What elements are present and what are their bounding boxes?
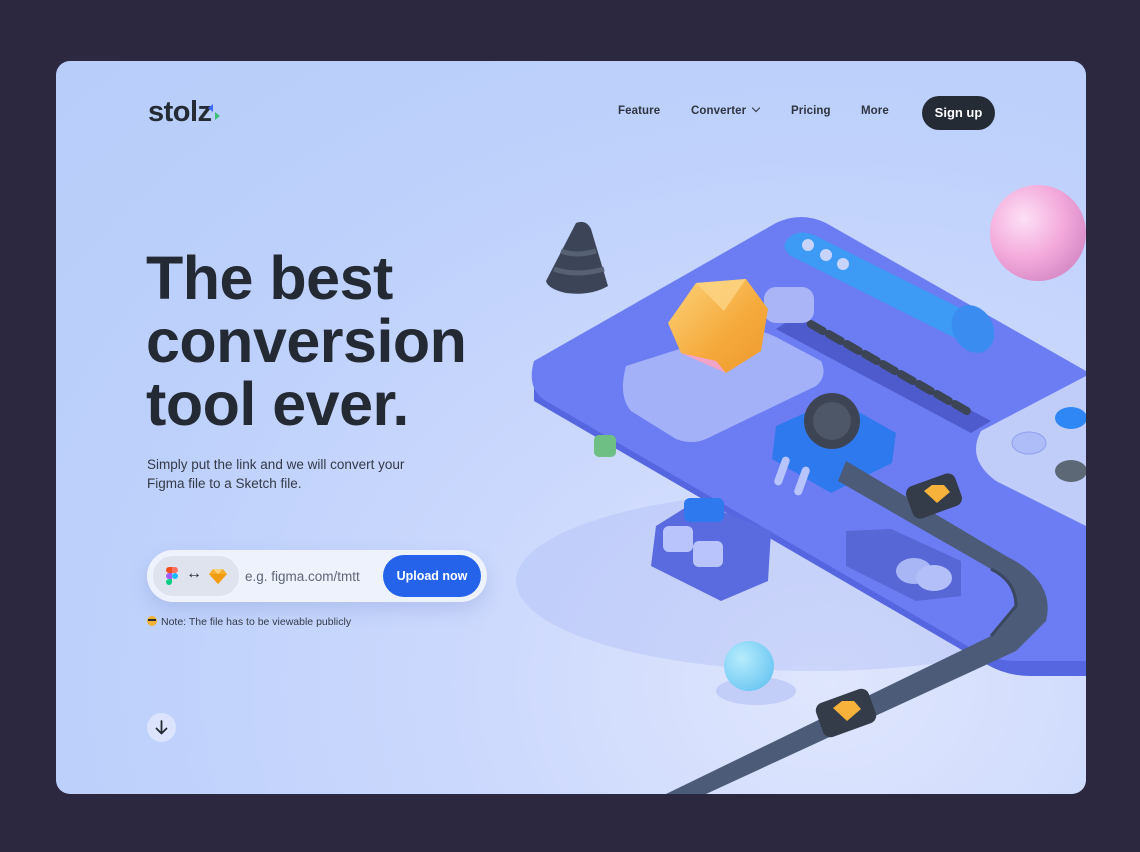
sketch-token xyxy=(815,688,877,738)
hero-subtitle: Simply put the link and we will convert … xyxy=(147,457,405,491)
input-button xyxy=(764,287,814,323)
panel-key xyxy=(663,526,693,552)
logo-accent-blue xyxy=(208,104,213,112)
hero-title-line: conversion xyxy=(146,307,467,375)
logo-text: stolz xyxy=(148,96,212,128)
note-text: Note: The file has to be viewable public… xyxy=(161,616,352,628)
conveyor-belt xyxy=(666,461,1048,794)
scroll-down-button[interactable] xyxy=(147,713,176,742)
note: Note: The file has to be viewable public… xyxy=(147,615,351,628)
format-indicator: ↔ xyxy=(153,556,239,596)
blue-scroll-panel xyxy=(784,232,986,346)
nav-pricing[interactable]: Pricing xyxy=(791,105,831,117)
panel-blue-key xyxy=(684,498,724,522)
scroll-dot xyxy=(820,249,832,261)
arrow-down-icon xyxy=(155,720,168,735)
panel-key xyxy=(693,541,723,567)
gem-pad xyxy=(622,329,824,442)
rollers xyxy=(806,320,971,415)
sketch-icon xyxy=(209,569,227,584)
scroll-dot xyxy=(837,258,849,270)
roller-slot xyxy=(776,316,991,433)
sign-up-button[interactable]: Sign up xyxy=(922,96,995,130)
pink-sphere xyxy=(990,185,1086,281)
gem xyxy=(668,279,768,373)
hero-title-line: The best xyxy=(146,244,393,312)
nav-feature[interactable]: Feature xyxy=(618,105,660,117)
scroll-dot xyxy=(802,239,814,251)
fan-center xyxy=(813,402,851,440)
hero-title: The best conversion tool ever. xyxy=(146,247,526,436)
chevron-down-icon xyxy=(751,103,761,113)
blue-sphere xyxy=(724,641,774,691)
right-panel xyxy=(976,376,1086,526)
sunglasses-emoji-icon xyxy=(147,616,157,626)
logo[interactable]: stolz xyxy=(148,96,220,129)
figma-url-input[interactable] xyxy=(245,564,375,588)
figma-icon xyxy=(166,567,178,585)
fan-ring xyxy=(804,393,860,449)
sketch-token xyxy=(906,473,962,519)
swap-arrows-icon: ↔ xyxy=(186,565,202,582)
logo-accent-green xyxy=(215,112,220,120)
machine-base-top xyxy=(531,217,1086,661)
upload-now-button[interactable]: Upload now xyxy=(383,555,481,597)
nav-converter-label: Converter xyxy=(691,105,747,117)
machine-base-side xyxy=(534,223,1086,676)
green-side-button xyxy=(594,435,616,457)
cone xyxy=(546,221,608,294)
output-tray xyxy=(846,529,961,601)
nav-converter[interactable]: Converter xyxy=(691,103,761,117)
machine-shadow xyxy=(516,491,1086,671)
nav-more[interactable]: More xyxy=(861,105,889,117)
fan-block xyxy=(772,399,896,493)
landing-page: stolz Feature Converter Pricing More Sig… xyxy=(56,61,1086,794)
scroll-roll xyxy=(951,305,995,353)
converter-bar: ↔ Upload now xyxy=(147,550,487,602)
control-panel xyxy=(651,501,771,601)
hero-title-line: tool ever. xyxy=(146,370,409,438)
